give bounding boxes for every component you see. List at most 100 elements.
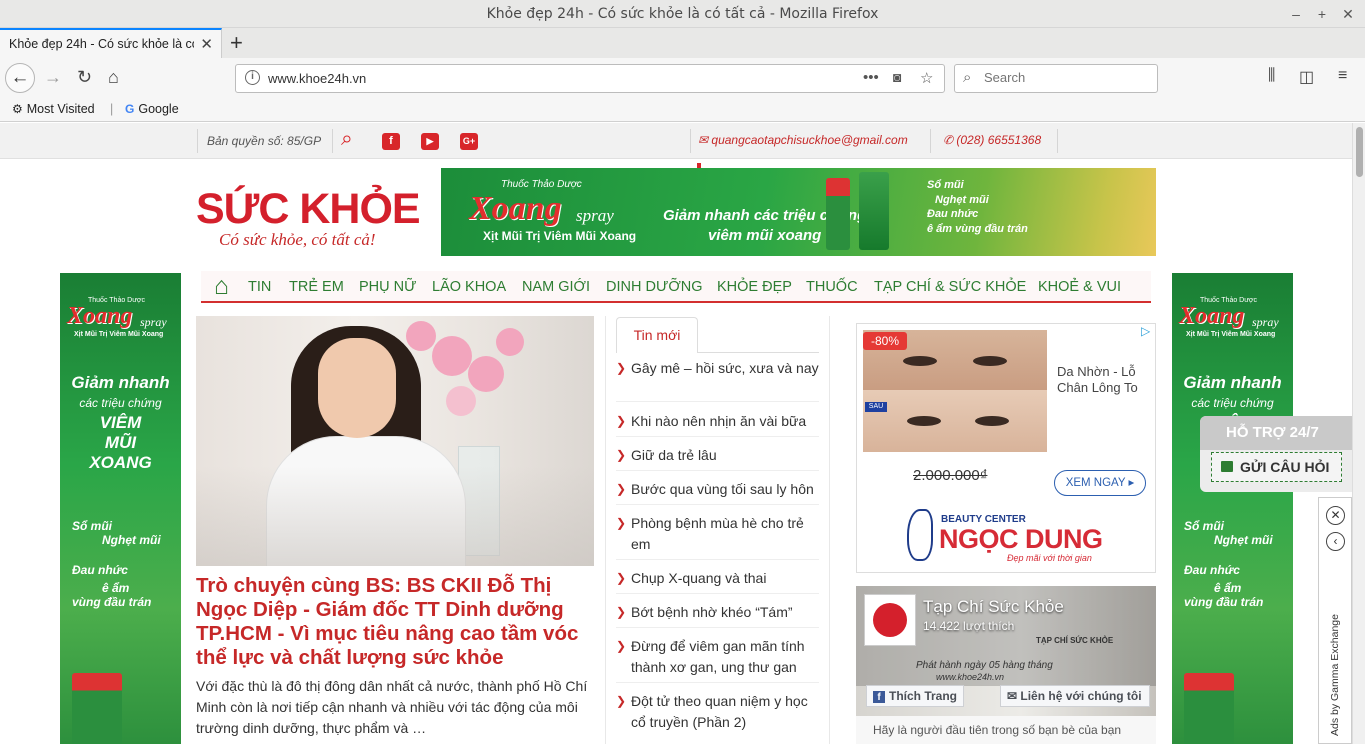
chevron-right-icon: ❯ xyxy=(616,414,627,428)
news-item-title[interactable]: Chụp X-quang và thai xyxy=(631,570,766,586)
display-ad[interactable]: ▷ -80% SAU Da Nhờn - Lỗ Chân Lông To 2.0… xyxy=(856,323,1156,573)
banner-symptoms: Sổ mũi Nghẹt mũi Đau nhức ê ẩm vùng đầu … xyxy=(927,178,1028,236)
fb-contact-button[interactable]: ✉ Liên hệ với chúng tôi xyxy=(1000,685,1150,707)
menu-item-khoe-vui[interactable]: KHOẺ & VUI xyxy=(1038,279,1121,295)
page-scrollbar[interactable] xyxy=(1352,123,1365,744)
news-item[interactable]: ❯ Đừng để viêm gan mãn tính thành xơ gan,… xyxy=(616,636,819,683)
ad-title[interactable]: Da Nhờn - Lỗ Chân Lông To xyxy=(1057,364,1149,396)
bookmark-label: Google xyxy=(138,102,179,116)
library-icon[interactable]: ⫼ xyxy=(1268,67,1275,85)
site-info-icon[interactable]: i xyxy=(245,70,260,85)
bookmark-star-icon[interactable]: ☆ xyxy=(920,69,933,87)
menu-item-phu-nu[interactable]: PHỤ NỮ xyxy=(359,279,417,295)
tab-latest-news[interactable]: Tin mới xyxy=(616,317,698,353)
search-bar[interactable]: ⌕ xyxy=(954,64,1158,93)
fb-like-page-button[interactable]: f Thích Trang xyxy=(866,685,964,707)
reload-button[interactable]: ↻ xyxy=(77,67,92,88)
cover-text: Phát hành ngày 05 hàng tháng xyxy=(916,660,1053,671)
youtube-icon[interactable]: ▶ xyxy=(421,133,439,150)
symptom-text: vùng đầu trán xyxy=(72,595,152,609)
url-text[interactable]: www.khoe24h.vn xyxy=(268,71,366,86)
menu-item-nam-gioi[interactable]: NAM GIỚI xyxy=(522,279,590,295)
ad-brand-logo[interactable]: BEAUTY CENTER NGỌC DUNG Đẹp mãi với thời… xyxy=(907,509,1107,564)
chevron-right-icon: ❯ xyxy=(616,516,627,530)
symptom-text: Đau nhức xyxy=(927,208,979,220)
maximize-button[interactable]: + xyxy=(1312,4,1332,24)
contact-email[interactable]: ✉ quangcaotapchisuckhoe@gmail.com xyxy=(698,133,908,147)
cover-text: TẠP CHÍ SỨC KHỎE xyxy=(1036,636,1114,645)
news-item-title[interactable]: Khi nào nên nhịn ăn vài bữa xyxy=(631,413,806,429)
chevron-right-icon: ❯ xyxy=(616,605,627,619)
home-icon[interactable]: ⌂ xyxy=(214,272,229,301)
menu-item-tin[interactable]: TIN xyxy=(248,279,271,295)
close-window-button[interactable]: ✕ xyxy=(1338,4,1358,24)
facebook-page-widget[interactable]: TẠP CHÍ SỨC KHỎE Phát hành ngày 05 hàng … xyxy=(856,586,1156,716)
bookmark-most-visited[interactable]: ⚙ Most Visited xyxy=(12,102,95,116)
chevron-right-icon: ❯ xyxy=(616,448,627,462)
home-button[interactable]: ⌂ xyxy=(108,67,119,88)
news-item[interactable]: ❯ Đột tử theo quan niệm y học cổ truyền (… xyxy=(616,691,819,738)
bookmark-google[interactable]: G Google xyxy=(125,102,179,116)
menu-item-dinh-duong[interactable]: DINH DƯỠNG xyxy=(606,279,703,295)
tab-active[interactable]: Khỏe đẹp 24h - Có sức khỏe là có ✕ xyxy=(0,28,222,58)
chevron-left-icon[interactable]: ‹ xyxy=(1326,532,1345,551)
product-box-image xyxy=(826,178,850,250)
url-bar[interactable]: i www.khoe24h.vn ••• ◙ ☆ xyxy=(235,64,945,93)
ad-cta-button[interactable]: XEM NGAY ▸ xyxy=(1054,470,1146,496)
symptom-text: ê ẩm vùng đầu trán xyxy=(927,222,1028,235)
menu-item-tap-chi[interactable]: TẠP CHÍ & SỨC KHỎE xyxy=(874,279,1026,295)
news-item[interactable]: ❯ Gây mê – hồi sức, xưa và nay xyxy=(616,358,819,402)
news-item[interactable]: ❯ Phòng bệnh mùa hè cho trẻ em xyxy=(616,513,819,560)
eye-shape xyxy=(907,416,941,426)
contact-phone[interactable]: ✆ (028) 66551368 xyxy=(943,133,1041,147)
news-item-title[interactable]: Phòng bệnh mùa hè cho trẻ em xyxy=(631,515,804,552)
search-input[interactable] xyxy=(984,70,1144,85)
tab-close-icon[interactable]: ✕ xyxy=(200,35,213,53)
header-banner-ad[interactable]: Thuốc Thảo Dược Xoang spray Xịt Mũi Trị … xyxy=(441,168,1156,256)
news-item-title[interactable]: Giữ da trẻ lâu xyxy=(631,447,717,463)
sidebar-icon[interactable]: ◫ xyxy=(1299,67,1314,87)
close-icon[interactable]: ✕ xyxy=(1326,506,1345,525)
adchoices-icon[interactable]: ▷ xyxy=(1141,325,1153,337)
cover-text: www.khoe24h.vn xyxy=(936,672,1005,682)
news-item-title[interactable]: Đột tử theo quan niệm y học cổ truyền (P… xyxy=(631,693,808,730)
menu-item-khoe-dep[interactable]: KHỎE ĐẸP xyxy=(717,279,792,295)
pocket-icon[interactable]: ◙ xyxy=(893,69,901,85)
scrollbar-thumb[interactable] xyxy=(1356,127,1363,177)
support-widget[interactable]: HỖ TRỢ 24/7 GỬI CÂU HỎI xyxy=(1200,416,1352,492)
facebook-icon[interactable]: f xyxy=(382,133,400,150)
fb-page-name[interactable]: Tạp Chí Sức Khỏe xyxy=(923,597,1064,617)
eye-shape xyxy=(973,356,1007,366)
phone-text[interactable]: (028) 66551368 xyxy=(956,133,1041,147)
menu-item-thuoc[interactable]: THUỐC xyxy=(806,279,858,295)
side-ad-symptoms: Sổ mũi Nghẹt mũi Đau nhức ê ẩm vùng đầu … xyxy=(1184,511,1273,609)
site-search-icon[interactable]: ⌕ xyxy=(341,127,353,151)
news-item[interactable]: ❯ Bớt bệnh nhờ khéo “Tám” xyxy=(616,602,819,628)
page-actions-icon[interactable]: ••• xyxy=(863,69,879,86)
news-item[interactable]: ❯ Khi nào nên nhịn ăn vài bữa xyxy=(616,411,819,437)
menu-item-lao-khoa[interactable]: LÃO KHOA xyxy=(432,279,506,295)
google-plus-icon[interactable]: G+ xyxy=(460,133,478,150)
email-text[interactable]: quangcaotapchisuckhoe@gmail.com xyxy=(711,133,907,147)
right-side-ad[interactable]: Thuốc Thảo Dược Xoang spray Xịt Mũi Trị … xyxy=(1172,273,1293,744)
news-item[interactable]: ❯ Chụp X-quang và thai xyxy=(616,568,819,594)
page-avatar[interactable] xyxy=(864,594,916,646)
send-question-button[interactable]: GỬI CÂU HỎI xyxy=(1211,452,1342,482)
featured-article-headline[interactable]: Trò chuyện cùng BS: BS CKII Đỗ Thị Ngọc … xyxy=(196,574,596,670)
news-item[interactable]: ❯ Bước qua vùng tối sau ly hôn xyxy=(616,479,819,505)
new-tab-button[interactable]: + xyxy=(230,30,243,56)
news-item-title[interactable]: Bước qua vùng tối sau ly hôn xyxy=(631,481,814,497)
minimize-button[interactable]: ‒ xyxy=(1286,4,1306,24)
news-item[interactable]: ❯ Giữ da trẻ lâu xyxy=(616,445,819,471)
news-item-title[interactable]: Đừng để viêm gan mãn tính thành xơ gan, … xyxy=(631,638,805,675)
featured-article-image[interactable] xyxy=(196,316,594,566)
news-item-title[interactable]: Gây mê – hồi sức, xưa và nay xyxy=(631,360,819,376)
logo-slogan: Có sức khỏe, có tất cả! xyxy=(219,230,376,249)
back-button[interactable]: ← xyxy=(5,63,35,93)
left-side-ad[interactable]: Thuốc Thảo Dược Xoang spray Xịt Mũi Trị … xyxy=(60,273,181,744)
forward-button[interactable]: → xyxy=(44,67,62,88)
site-logo[interactable]: SỨC KHỎE Có sức khỏe, có tất cả! xyxy=(196,185,421,253)
menu-item-tre-em[interactable]: TRẺ EM xyxy=(289,279,344,295)
news-item-title[interactable]: Bớt bệnh nhờ khéo “Tám” xyxy=(631,604,793,620)
menu-hamburger-icon[interactable]: ≡ xyxy=(1338,67,1347,85)
